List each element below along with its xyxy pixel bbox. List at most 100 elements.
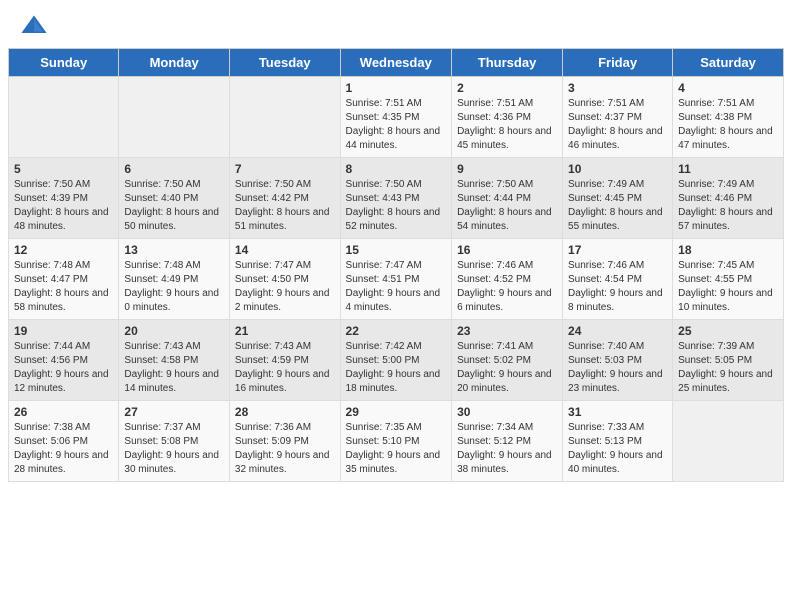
day-number: 20 xyxy=(124,324,224,338)
calendar-cell: 5 Sunrise: 7:50 AM Sunset: 4:39 PM Daylig… xyxy=(9,158,119,239)
calendar-cell xyxy=(9,77,119,158)
calendar-cell: 28 Sunrise: 7:36 AM Sunset: 5:09 PM Dayli… xyxy=(229,401,340,482)
day-info: Sunrise: 7:48 AM Sunset: 4:49 PM Dayligh… xyxy=(124,259,224,315)
calendar-cell: 2 Sunrise: 7:51 AM Sunset: 4:36 PM Daylig… xyxy=(452,77,563,158)
calendar-cell: 22 Sunrise: 7:42 AM Sunset: 5:00 PM Dayli… xyxy=(340,320,452,401)
day-info: Sunrise: 7:43 AM Sunset: 4:58 PM Dayligh… xyxy=(124,340,224,396)
calendar-body: 1 Sunrise: 7:51 AM Sunset: 4:35 PM Daylig… xyxy=(9,77,784,482)
weekday-header: Friday xyxy=(563,49,673,77)
day-number: 26 xyxy=(14,405,113,419)
calendar-cell: 30 Sunrise: 7:34 AM Sunset: 5:12 PM Dayli… xyxy=(452,401,563,482)
weekday-header: Saturday xyxy=(673,49,784,77)
day-info: Sunrise: 7:50 AM Sunset: 4:44 PM Dayligh… xyxy=(457,178,557,234)
day-info: Sunrise: 7:33 AM Sunset: 5:13 PM Dayligh… xyxy=(568,421,667,477)
calendar-cell: 15Sunrise: 7:47 AM Sunset: 4:51 PM Dayli… xyxy=(340,239,452,320)
day-number: 24 xyxy=(568,324,667,338)
day-number: 22 xyxy=(346,324,447,338)
day-info: Sunrise: 7:39 AM Sunset: 5:05 PM Dayligh… xyxy=(678,340,778,396)
weekday-header: Thursday xyxy=(452,49,563,77)
calendar-cell: 21 Sunrise: 7:43 AM Sunset: 4:59 PM Dayli… xyxy=(229,320,340,401)
day-number: 11 xyxy=(678,162,778,176)
day-info: Sunrise: 7:42 AM Sunset: 5:00 PM Dayligh… xyxy=(346,340,447,396)
day-number: 8 xyxy=(346,162,447,176)
calendar-week-row: 1 Sunrise: 7:51 AM Sunset: 4:35 PM Daylig… xyxy=(9,77,784,158)
calendar-cell: 3Sunrise: 7:51 AM Sunset: 4:37 PM Daylig… xyxy=(563,77,673,158)
day-number: 16 xyxy=(457,243,557,257)
day-number: 25 xyxy=(678,324,778,338)
calendar-cell: 29 Sunrise: 7:35 AM Sunset: 5:10 PM Dayli… xyxy=(340,401,452,482)
header-row: SundayMondayTuesdayWednesdayThursdayFrid… xyxy=(9,49,784,77)
day-info: Sunrise: 7:43 AM Sunset: 4:59 PM Dayligh… xyxy=(235,340,335,396)
day-number: 29 xyxy=(346,405,447,419)
day-info: Sunrise: 7:34 AM Sunset: 5:12 PM Dayligh… xyxy=(457,421,557,477)
weekday-header: Wednesday xyxy=(340,49,452,77)
day-number: 7 xyxy=(235,162,335,176)
day-number: 2 xyxy=(457,81,557,95)
day-info: Sunrise: 7:47 AM Sunset: 4:51 PM Dayligh… xyxy=(346,259,447,315)
calendar-header: SundayMondayTuesdayWednesdayThursdayFrid… xyxy=(9,49,784,77)
day-info: Sunrise: 7:35 AM Sunset: 5:10 PM Dayligh… xyxy=(346,421,447,477)
day-info: Sunrise: 7:46 AM Sunset: 4:54 PM Dayligh… xyxy=(568,259,667,315)
calendar-cell: 8 Sunrise: 7:50 AM Sunset: 4:43 PM Daylig… xyxy=(340,158,452,239)
calendar-week-row: 26 Sunrise: 7:38 AM Sunset: 5:06 PM Dayli… xyxy=(9,401,784,482)
day-info: Sunrise: 7:45 AM Sunset: 4:55 PM Dayligh… xyxy=(678,259,778,315)
day-number: 12 xyxy=(14,243,113,257)
day-number: 5 xyxy=(14,162,113,176)
day-number: 14 xyxy=(235,243,335,257)
day-number: 1 xyxy=(346,81,447,95)
calendar-cell: 9Sunrise: 7:50 AM Sunset: 4:44 PM Daylig… xyxy=(452,158,563,239)
calendar-cell: 26 Sunrise: 7:38 AM Sunset: 5:06 PM Dayli… xyxy=(9,401,119,482)
day-info: Sunrise: 7:49 AM Sunset: 4:46 PM Dayligh… xyxy=(678,178,778,234)
day-number: 30 xyxy=(457,405,557,419)
day-number: 13 xyxy=(124,243,224,257)
day-number: 18 xyxy=(678,243,778,257)
day-info: Sunrise: 7:36 AM Sunset: 5:09 PM Dayligh… xyxy=(235,421,335,477)
day-number: 31 xyxy=(568,405,667,419)
day-info: Sunrise: 7:50 AM Sunset: 4:40 PM Dayligh… xyxy=(124,178,224,234)
calendar-week-row: 5 Sunrise: 7:50 AM Sunset: 4:39 PM Daylig… xyxy=(9,158,784,239)
calendar-cell xyxy=(119,77,230,158)
day-info: Sunrise: 7:51 AM Sunset: 4:37 PM Dayligh… xyxy=(568,97,667,153)
day-info: Sunrise: 7:37 AM Sunset: 5:08 PM Dayligh… xyxy=(124,421,224,477)
day-number: 27 xyxy=(124,405,224,419)
day-info: Sunrise: 7:47 AM Sunset: 4:50 PM Dayligh… xyxy=(235,259,335,315)
calendar-container: SundayMondayTuesdayWednesdayThursdayFrid… xyxy=(0,48,792,490)
calendar-cell: 18 Sunrise: 7:45 AM Sunset: 4:55 PM Dayli… xyxy=(673,239,784,320)
calendar-cell: 25 Sunrise: 7:39 AM Sunset: 5:05 PM Dayli… xyxy=(673,320,784,401)
calendar-cell: 24Sunrise: 7:40 AM Sunset: 5:03 PM Dayli… xyxy=(563,320,673,401)
day-number: 4 xyxy=(678,81,778,95)
weekday-header: Tuesday xyxy=(229,49,340,77)
day-number: 6 xyxy=(124,162,224,176)
calendar-cell: 10Sunrise: 7:49 AM Sunset: 4:45 PM Dayli… xyxy=(563,158,673,239)
logo xyxy=(20,12,52,40)
calendar-cell: 31 Sunrise: 7:33 AM Sunset: 5:13 PM Dayli… xyxy=(563,401,673,482)
day-number: 28 xyxy=(235,405,335,419)
day-info: Sunrise: 7:46 AM Sunset: 4:52 PM Dayligh… xyxy=(457,259,557,315)
calendar-cell: 1 Sunrise: 7:51 AM Sunset: 4:35 PM Daylig… xyxy=(340,77,452,158)
calendar-cell: 19 Sunrise: 7:44 AM Sunset: 4:56 PM Dayli… xyxy=(9,320,119,401)
calendar-cell: 12Sunrise: 7:48 AM Sunset: 4:47 PM Dayli… xyxy=(9,239,119,320)
header xyxy=(0,0,792,48)
calendar-cell: 7 Sunrise: 7:50 AM Sunset: 4:42 PM Daylig… xyxy=(229,158,340,239)
day-number: 21 xyxy=(235,324,335,338)
calendar-cell xyxy=(229,77,340,158)
calendar-table: SundayMondayTuesdayWednesdayThursdayFrid… xyxy=(8,48,784,482)
weekday-header: Sunday xyxy=(9,49,119,77)
day-info: Sunrise: 7:44 AM Sunset: 4:56 PM Dayligh… xyxy=(14,340,113,396)
day-number: 17 xyxy=(568,243,667,257)
day-info: Sunrise: 7:50 AM Sunset: 4:42 PM Dayligh… xyxy=(235,178,335,234)
day-number: 19 xyxy=(14,324,113,338)
calendar-cell: 6 Sunrise: 7:50 AM Sunset: 4:40 PM Daylig… xyxy=(119,158,230,239)
calendar-cell: 20 Sunrise: 7:43 AM Sunset: 4:58 PM Dayli… xyxy=(119,320,230,401)
day-info: Sunrise: 7:51 AM Sunset: 4:36 PM Dayligh… xyxy=(457,97,557,153)
calendar-cell: 23Sunrise: 7:41 AM Sunset: 5:02 PM Dayli… xyxy=(452,320,563,401)
day-info: Sunrise: 7:50 AM Sunset: 4:39 PM Dayligh… xyxy=(14,178,113,234)
calendar-cell: 27 Sunrise: 7:37 AM Sunset: 5:08 PM Dayli… xyxy=(119,401,230,482)
day-info: Sunrise: 7:51 AM Sunset: 4:35 PM Dayligh… xyxy=(346,97,447,153)
calendar-week-row: 12Sunrise: 7:48 AM Sunset: 4:47 PM Dayli… xyxy=(9,239,784,320)
calendar-cell: 14 Sunrise: 7:47 AM Sunset: 4:50 PM Dayli… xyxy=(229,239,340,320)
day-info: Sunrise: 7:38 AM Sunset: 5:06 PM Dayligh… xyxy=(14,421,113,477)
calendar-cell xyxy=(673,401,784,482)
day-info: Sunrise: 7:50 AM Sunset: 4:43 PM Dayligh… xyxy=(346,178,447,234)
calendar-cell: 17 Sunrise: 7:46 AM Sunset: 4:54 PM Dayli… xyxy=(563,239,673,320)
